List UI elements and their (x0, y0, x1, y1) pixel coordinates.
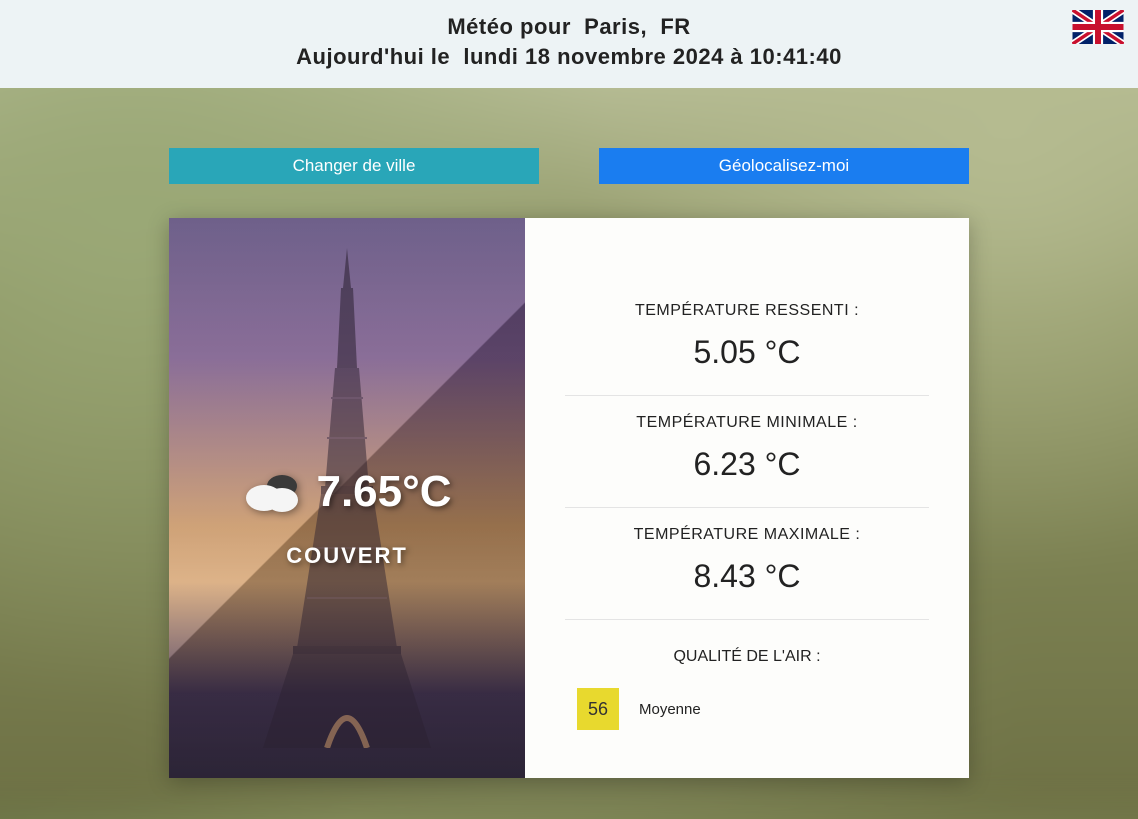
current-temperature: 7.65°C (316, 467, 451, 517)
page-title: Météo pour Paris, FR (20, 14, 1118, 40)
weather-details: TEMPÉRATURE RESSENTI : 5.05 °C TEMPÉRATU… (525, 218, 969, 778)
action-buttons: Changer de ville Géolocalisez-moi (0, 148, 1138, 184)
air-quality-badge: 56 (577, 688, 619, 730)
metric-max-temp: TEMPÉRATURE MAXIMALE : 8.43 °C (565, 508, 929, 620)
geolocate-button[interactable]: Géolocalisez-moi (599, 148, 969, 184)
weather-card: 7.65°C COUVERT TEMPÉRATURE RESSENTI : 5.… (169, 218, 969, 778)
air-quality-text: Moyenne (639, 701, 701, 718)
air-quality: QUALITÉ DE L'AIR : 56 Moyenne (565, 620, 929, 730)
change-city-button[interactable]: Changer de ville (169, 148, 539, 184)
header: Météo pour Paris, FR Aujourd'hui le lund… (0, 0, 1138, 88)
page-date: Aujourd'hui le lundi 18 novembre 2024 à … (20, 44, 1118, 70)
language-flag-uk[interactable] (1072, 10, 1124, 44)
weather-condition: COUVERT (242, 543, 451, 569)
weather-card-hero: 7.65°C COUVERT (169, 218, 525, 778)
uk-flag-icon (1072, 10, 1124, 44)
metric-feels-like: TEMPÉRATURE RESSENTI : 5.05 °C (565, 284, 929, 396)
cloud-icon (242, 470, 304, 514)
metric-min-temp: TEMPÉRATURE MINIMALE : 6.23 °C (565, 396, 929, 508)
